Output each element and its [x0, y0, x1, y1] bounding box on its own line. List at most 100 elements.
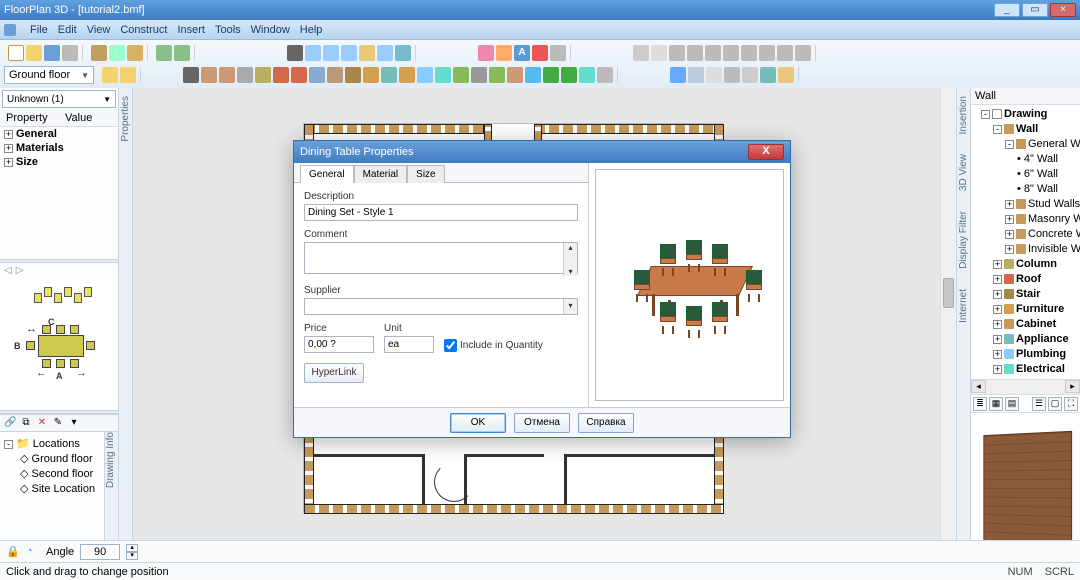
pan-icon[interactable] [359, 45, 375, 61]
loc-edit-icon[interactable]: ✎ [52, 417, 64, 429]
tab-3dview[interactable]: 3D View [958, 154, 969, 191]
align-bottom-icon[interactable] [759, 45, 775, 61]
col-property[interactable]: Property [0, 110, 59, 126]
note-icon[interactable] [532, 45, 548, 61]
menu-view[interactable]: View [87, 24, 111, 36]
loc-second[interactable]: ◇ Second floor [4, 466, 100, 481]
dialog-close-button[interactable]: X [748, 144, 784, 160]
zoom-in-icon[interactable] [323, 45, 339, 61]
node-stud-walls[interactable]: +Stud Walls [973, 197, 1078, 212]
print-icon[interactable] [62, 45, 78, 61]
description-input[interactable] [304, 204, 578, 221]
view-large-icon[interactable]: ▦ [989, 397, 1003, 411]
node-8-wall[interactable]: • 8" Wall [973, 182, 1078, 197]
ceiling-icon[interactable] [291, 67, 307, 83]
furniture-icon[interactable] [363, 67, 379, 83]
menu-insert[interactable]: Insert [177, 24, 205, 36]
shape-icon[interactable] [496, 45, 512, 61]
electrical-icon[interactable] [435, 67, 451, 83]
menu-window[interactable]: Window [251, 24, 290, 36]
stair-icon[interactable] [345, 67, 361, 83]
floor-up-icon[interactable] [102, 67, 118, 83]
view-thumb-icon[interactable]: ▢ [1048, 397, 1062, 411]
comment-input[interactable] [304, 242, 578, 274]
node-wall[interactable]: -Wall [973, 122, 1078, 137]
window-icon[interactable] [309, 67, 325, 83]
new-icon[interactable] [8, 45, 24, 61]
tab-properties[interactable]: Properties [120, 96, 131, 142]
walkthrough-icon[interactable] [778, 67, 794, 83]
node-invisible-walls[interactable]: +Invisible Walls [973, 242, 1078, 257]
tab-material[interactable]: Material [354, 165, 408, 183]
garden-icon[interactable] [489, 67, 505, 83]
dimension-icon[interactable] [478, 45, 494, 61]
paste-icon[interactable] [127, 45, 143, 61]
menu-edit[interactable]: Edit [58, 24, 77, 36]
node-stair[interactable]: +Stair [973, 287, 1078, 302]
tree-hscroll[interactable]: ◂▸ [971, 379, 1080, 394]
node-appliance[interactable]: +Appliance [973, 332, 1078, 347]
include-checkbox[interactable] [444, 339, 457, 352]
loc-copy-icon[interactable]: ⧉ [20, 417, 32, 429]
open-icon[interactable] [26, 45, 42, 61]
col-value[interactable]: Value [59, 110, 118, 126]
comment-scroll[interactable]: ▴▾ [563, 243, 577, 276]
view-expand-icon[interactable]: ⛶ [1064, 397, 1078, 411]
cabinet-icon[interactable] [381, 67, 397, 83]
expand-icon[interactable]: + [4, 144, 13, 153]
plumbing-icon[interactable] [417, 67, 433, 83]
unit-input[interactable] [384, 336, 434, 353]
tab-internet[interactable]: Internet [958, 289, 969, 323]
node-plumbing[interactable]: +Plumbing [973, 347, 1078, 362]
menu-file[interactable]: File [30, 24, 48, 36]
wall-curved-icon[interactable] [219, 67, 235, 83]
grid-icon[interactable] [633, 45, 649, 61]
align-center-icon[interactable] [687, 45, 703, 61]
door-icon[interactable] [327, 67, 343, 83]
angle-meter-icon[interactable]: ◔ [26, 545, 40, 559]
loc-more-icon[interactable]: ▾ [68, 417, 80, 429]
align-top-icon[interactable] [723, 45, 739, 61]
expand-icon[interactable]: + [4, 130, 13, 139]
loc-link-icon[interactable]: 🔗 [4, 417, 16, 429]
node-concrete-walls[interactable]: +Concrete Walls [973, 227, 1078, 242]
loc-ground[interactable]: ◇ Ground floor [4, 451, 100, 466]
plant-icon[interactable] [543, 67, 559, 83]
align-right-icon[interactable] [705, 45, 721, 61]
cut-icon[interactable] [91, 45, 107, 61]
distribute-h-icon[interactable] [777, 45, 793, 61]
floor-down-icon[interactable] [120, 67, 136, 83]
lock-angle-icon[interactable]: 🔒 [6, 545, 20, 559]
roof-icon[interactable] [273, 67, 289, 83]
distribute-v-icon[interactable] [795, 45, 811, 61]
tab-display-filter[interactable]: Display Filter [958, 211, 969, 269]
tab-size[interactable]: Size [407, 165, 444, 183]
view-small-icon[interactable]: ▤ [1005, 397, 1019, 411]
maximize-button[interactable]: ▭ [1022, 3, 1048, 17]
camera-icon[interactable] [724, 67, 740, 83]
menu-construct[interactable]: Construct [120, 24, 167, 36]
zoom-extents-icon[interactable] [377, 45, 393, 61]
loc-site[interactable]: ◇ Site Location [4, 481, 100, 496]
floor-selector[interactable]: Ground floor ▼ [4, 66, 94, 84]
zoom-window-icon[interactable] [305, 45, 321, 61]
text-icon[interactable]: A [514, 45, 530, 61]
menu-help[interactable]: Help [300, 24, 323, 36]
view-list-icon[interactable]: ≣ [973, 397, 987, 411]
appliance-icon[interactable] [399, 67, 415, 83]
save-icon[interactable] [44, 45, 60, 61]
node-4-wall[interactable]: • 4" Wall [973, 152, 1078, 167]
pool-icon[interactable] [525, 67, 541, 83]
close-button[interactable]: × [1050, 3, 1076, 17]
prop-row-general[interactable]: +General [0, 127, 118, 141]
outdoor-light-icon[interactable] [579, 67, 595, 83]
prop-row-size[interactable]: +Size [0, 155, 118, 169]
column-icon[interactable] [255, 67, 271, 83]
price-input[interactable] [304, 336, 374, 353]
node-6-wall[interactable]: • 6" Wall [973, 167, 1078, 182]
fog-icon[interactable] [688, 67, 704, 83]
locations-root[interactable]: -📁 Locations [4, 436, 100, 451]
path-icon[interactable] [471, 67, 487, 83]
tab-general[interactable]: General [300, 165, 354, 183]
loc-delete-icon[interactable]: ✕ [36, 417, 48, 429]
